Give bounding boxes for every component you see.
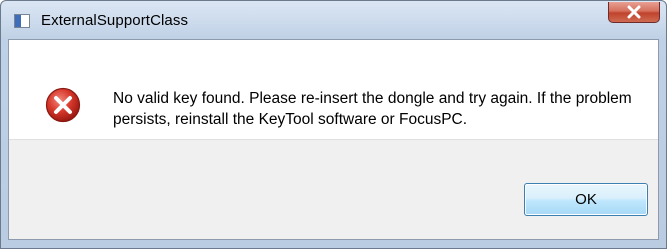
ok-button[interactable]: OK (524, 183, 648, 216)
error-icon (45, 87, 81, 123)
message-area: No valid key found. Please re-insert the… (9, 40, 658, 139)
dialog-window: ExternalSupportClass No valid key found.… (0, 0, 667, 249)
close-icon (627, 5, 641, 19)
button-bar: OK (9, 139, 658, 239)
title-bar[interactable]: ExternalSupportClass (1, 1, 666, 39)
error-message: No valid key found. Please re-insert the… (113, 90, 632, 128)
app-window-icon (14, 14, 30, 28)
window-title: ExternalSupportClass (41, 12, 189, 29)
dialog-body: No valid key found. Please re-insert the… (8, 39, 659, 240)
close-button[interactable] (608, 2, 660, 23)
